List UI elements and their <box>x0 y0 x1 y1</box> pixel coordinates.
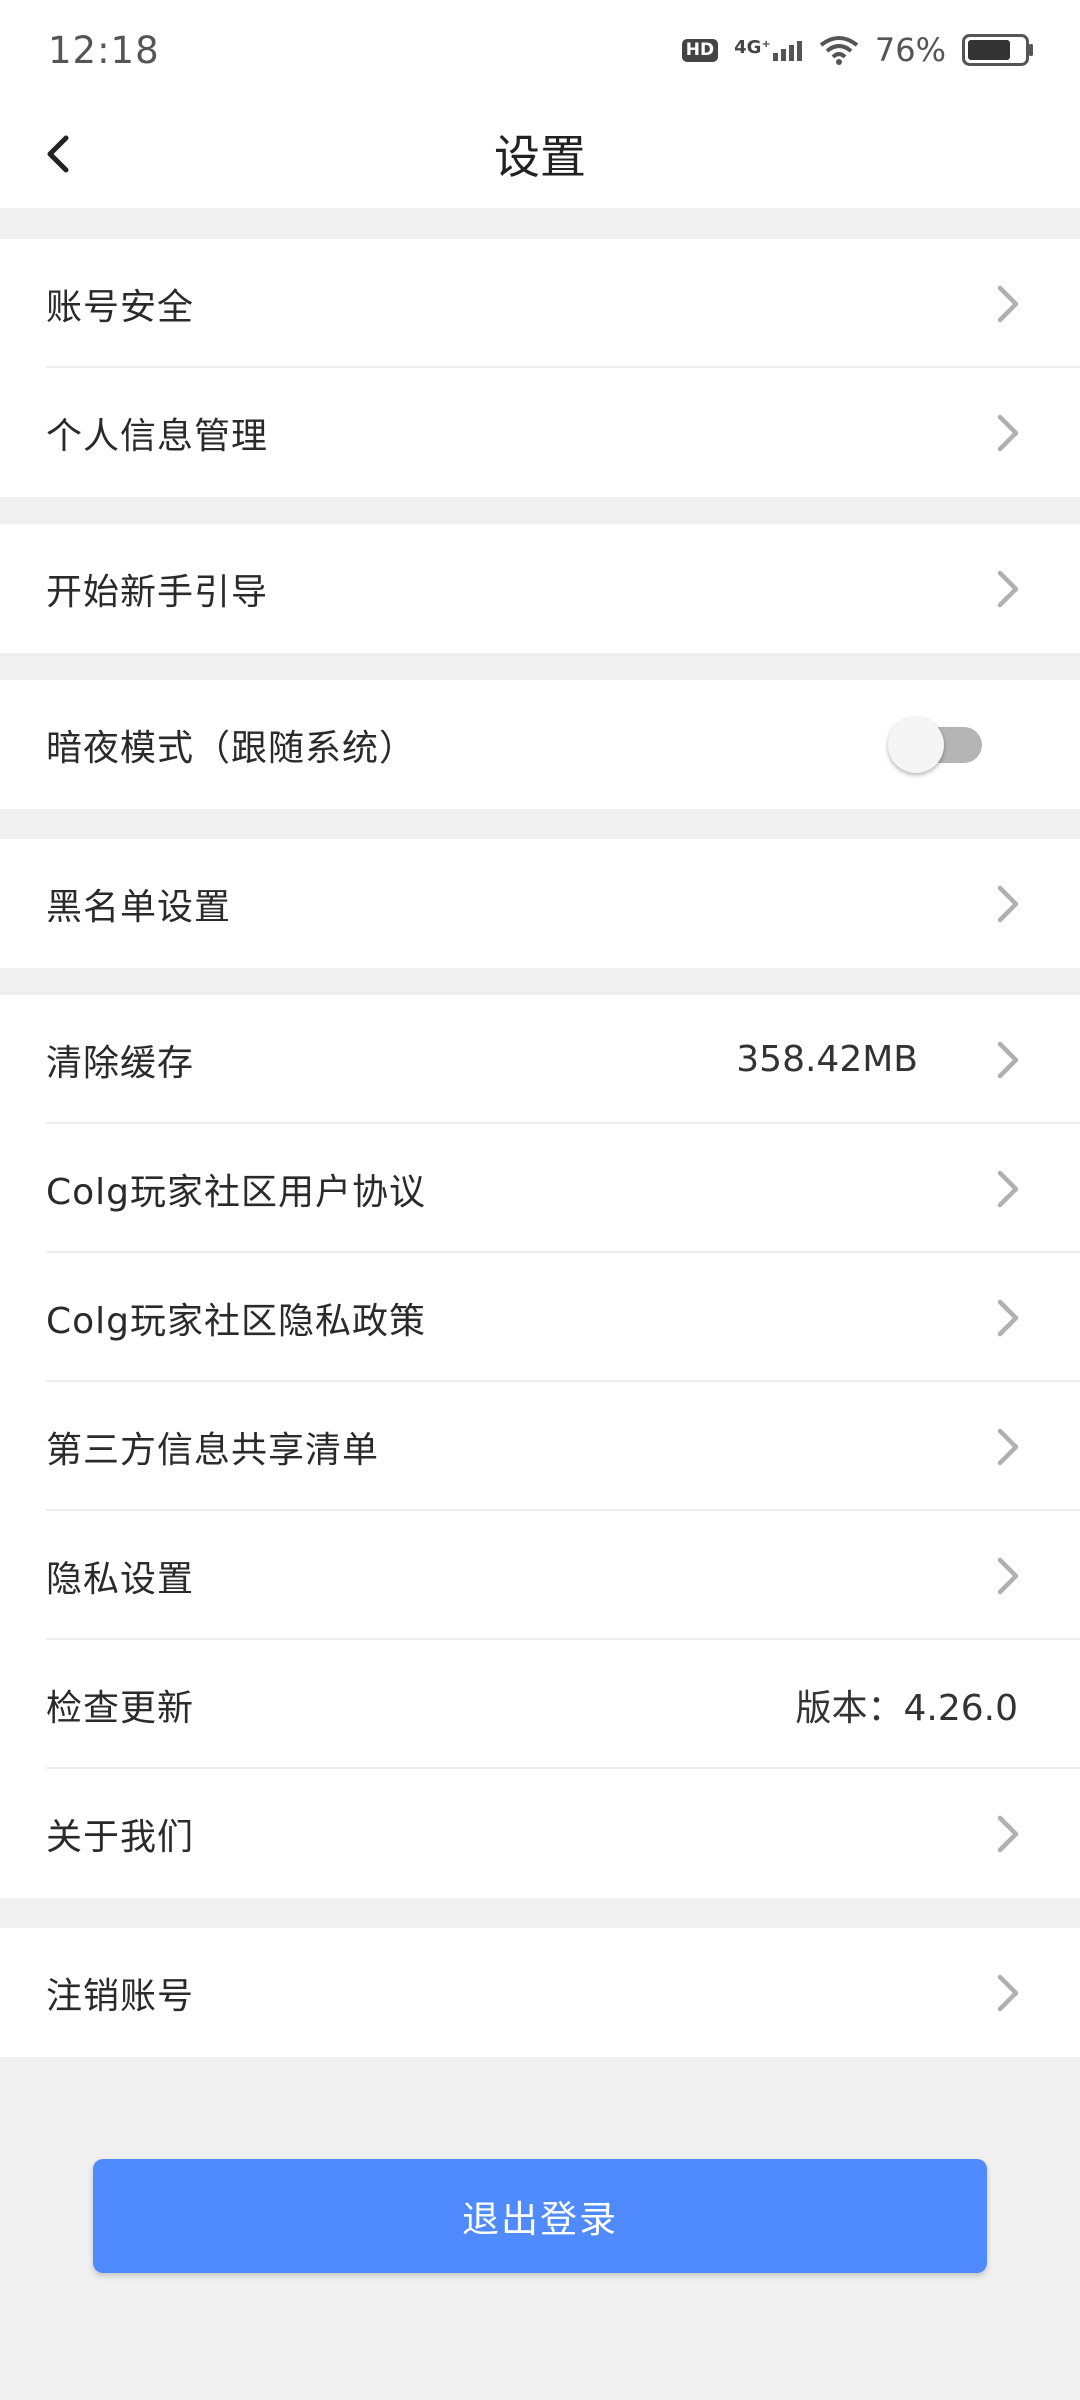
row-label: 开始新手引导 <box>46 571 269 613</box>
wifi-icon <box>819 36 859 65</box>
chevron-right-icon <box>997 885 1019 922</box>
account-security-row[interactable]: 账号安全 <box>0 239 1080 368</box>
third-party-sharing-row[interactable]: 第三方信息共享清单 <box>0 1382 1080 1511</box>
privacy-policy-row[interactable]: Colg玩家社区隐私政策 <box>0 1253 1080 1382</box>
row-label: 暗夜模式（跟随系统） <box>46 727 417 769</box>
row-label: 第三方信息共享清单 <box>46 1429 380 1471</box>
dark-mode-row: 暗夜模式（跟随系统） <box>0 680 1080 809</box>
cache-size-value: 358.42MB <box>736 1039 918 1080</box>
check-update-row[interactable]: 检查更新 版本：4.26.0 <box>0 1640 1080 1769</box>
status-bar: 12:18 HD 4G⁺ 76% <box>0 0 1080 100</box>
row-label: 清除缓存 <box>46 1042 195 1084</box>
chevron-right-icon <box>997 285 1019 322</box>
row-label: 黑名单设置 <box>46 886 232 928</box>
beginner-guide-row[interactable]: 开始新手引导 <box>0 524 1080 653</box>
chevron-right-icon <box>997 1170 1019 1207</box>
chevron-right-icon <box>997 570 1019 607</box>
misc-group: 清除缓存 358.42MB Colg玩家社区用户协议 Colg玩家社区隐私政策 … <box>0 995 1080 1898</box>
hd-badge: HD <box>681 38 719 62</box>
deregister-group: 注销账号 <box>0 1928 1080 2057</box>
status-icons: HD 4G⁺ 76% <box>681 31 1034 69</box>
about-us-row[interactable]: 关于我们 <box>0 1769 1080 1898</box>
row-label: 关于我们 <box>46 1816 195 1858</box>
deregister-account-row[interactable]: 注销账号 <box>0 1928 1080 2057</box>
dark-mode-toggle[interactable] <box>888 716 992 773</box>
row-label: 注销账号 <box>46 1975 195 2017</box>
row-label: 隐私设置 <box>46 1558 195 1600</box>
status-time: 12:18 <box>48 28 160 72</box>
network-type-label: 4G⁺ <box>734 37 771 58</box>
cellular-signal-icon: 4G⁺ <box>734 39 803 61</box>
toggle-knob <box>888 716 944 773</box>
chevron-right-icon <box>997 414 1019 451</box>
personal-info-row[interactable]: 个人信息管理 <box>0 368 1080 497</box>
chevron-right-icon <box>997 1041 1019 1078</box>
version-value: 版本：4.26.0 <box>795 1687 1018 1729</box>
user-agreement-row[interactable]: Colg玩家社区用户协议 <box>0 1124 1080 1253</box>
app-bar: 设置 <box>0 100 1080 208</box>
dark-mode-group: 暗夜模式（跟随系统） <box>0 680 1080 809</box>
row-label: 账号安全 <box>46 286 195 328</box>
logout-button[interactable]: 退出登录 <box>93 2159 987 2273</box>
page-title: 设置 <box>494 130 586 184</box>
battery-icon <box>962 34 1033 66</box>
account-group: 账号安全 个人信息管理 <box>0 239 1080 497</box>
row-label: Colg玩家社区隐私政策 <box>46 1300 427 1342</box>
row-label: 个人信息管理 <box>46 415 269 457</box>
blacklist-row[interactable]: 黑名单设置 <box>0 839 1080 968</box>
guide-group: 开始新手引导 <box>0 524 1080 653</box>
battery-percent: 76% <box>874 31 946 69</box>
clear-cache-row[interactable]: 清除缓存 358.42MB <box>0 995 1080 1124</box>
blacklist-group: 黑名单设置 <box>0 839 1080 968</box>
chevron-right-icon <box>997 1974 1019 2011</box>
row-label: Colg玩家社区用户协议 <box>46 1171 427 1213</box>
chevron-right-icon <box>997 1428 1019 1465</box>
chevron-right-icon <box>997 1299 1019 1336</box>
privacy-settings-row[interactable]: 隐私设置 <box>0 1511 1080 1640</box>
chevron-right-icon <box>997 1557 1019 1594</box>
row-label: 检查更新 <box>46 1687 195 1729</box>
chevron-right-icon <box>997 1815 1019 1852</box>
